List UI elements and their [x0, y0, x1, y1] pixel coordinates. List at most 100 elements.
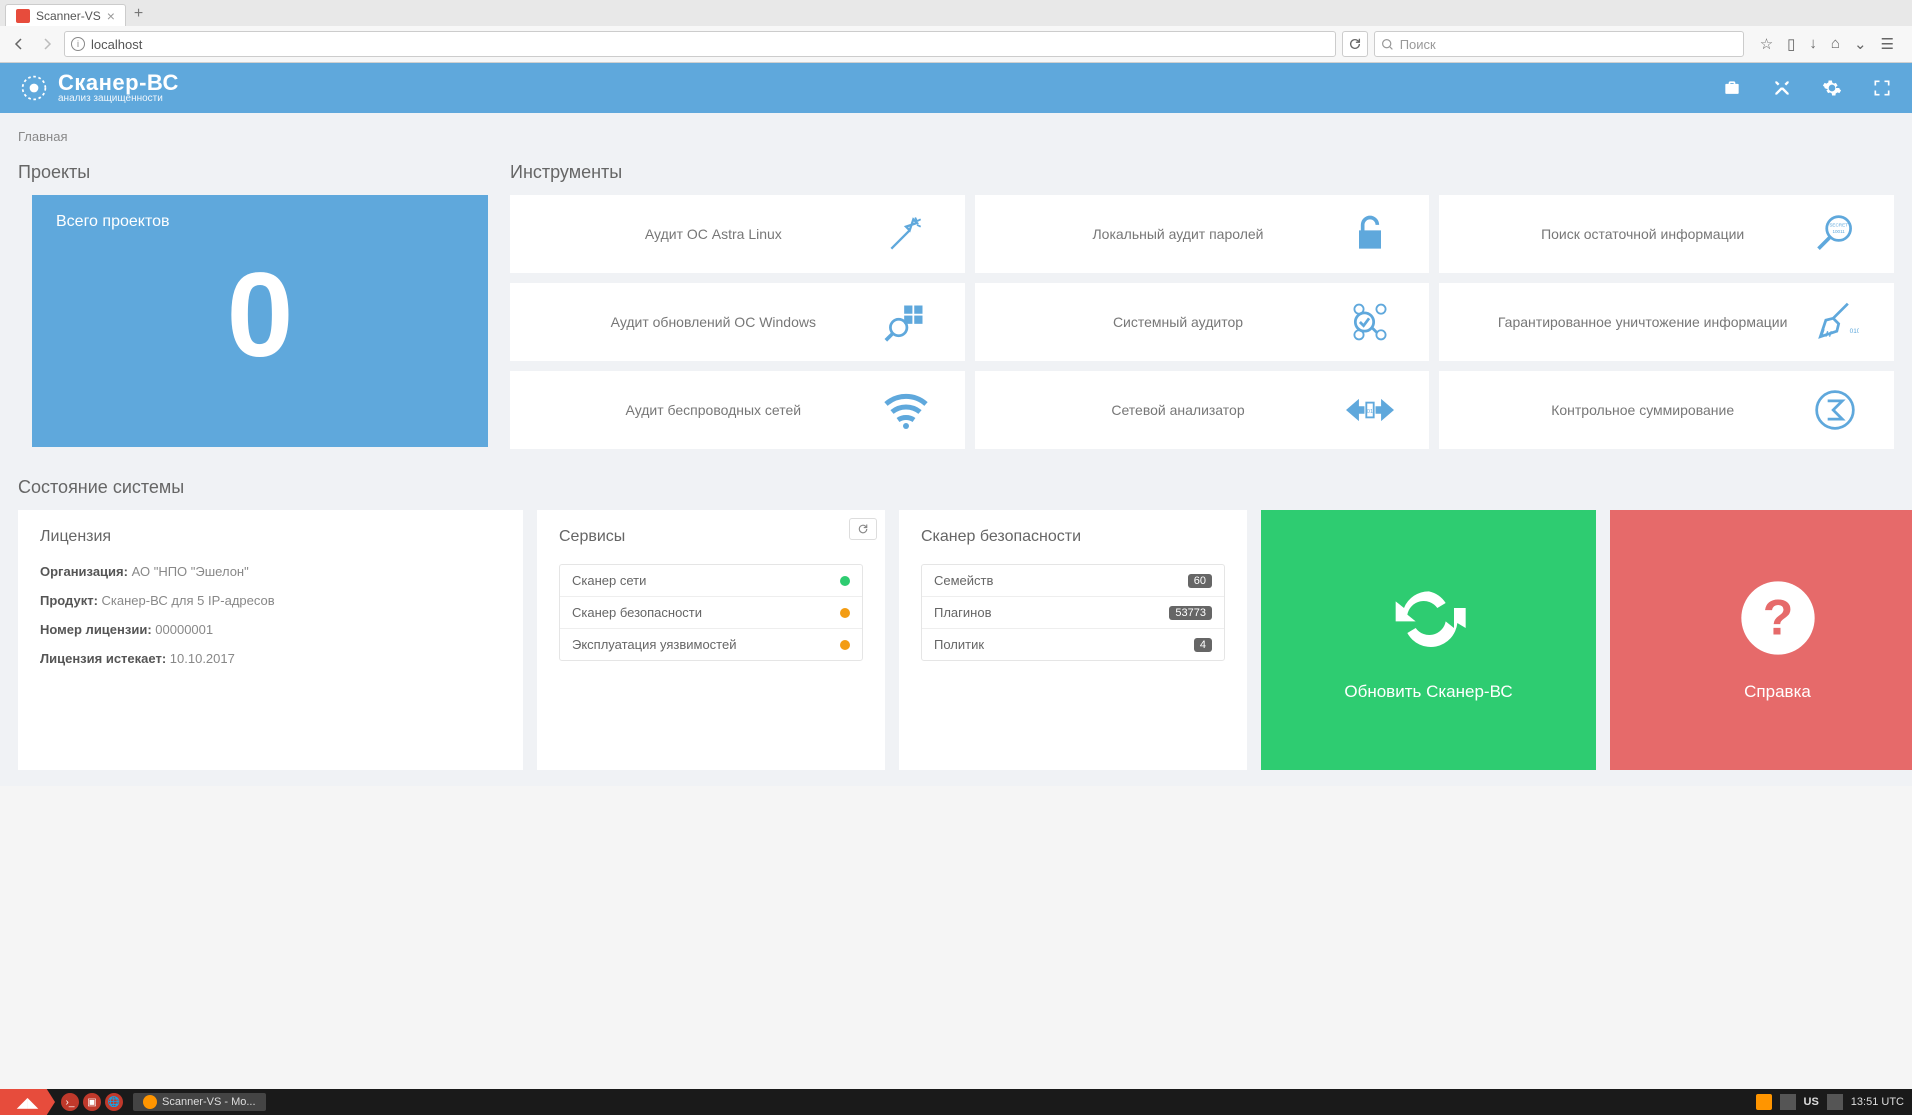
- browser-chrome: Scanner-VS × + i localhost Поиск ☆ ▯ ↓ ⌂…: [0, 0, 1912, 63]
- tray-icon[interactable]: [1780, 1094, 1796, 1110]
- library-icon[interactable]: ▯: [1787, 35, 1795, 53]
- service-item: Сканер сети: [560, 565, 862, 597]
- tools-icon[interactable]: [1772, 78, 1792, 98]
- stat-badge: 4: [1194, 638, 1212, 652]
- globe-icon[interactable]: 🌐: [105, 1093, 123, 1111]
- svg-text:010: 010: [1850, 328, 1859, 335]
- status-dot-orange: [840, 640, 850, 650]
- pocket-icon[interactable]: ⌄: [1854, 35, 1867, 53]
- home-icon[interactable]: ⌂: [1831, 35, 1840, 53]
- browser-tab[interactable]: Scanner-VS ×: [5, 4, 126, 26]
- projects-label: Всего проектов: [56, 213, 464, 231]
- refresh-services-button[interactable]: [849, 518, 877, 540]
- logo-icon: [20, 74, 48, 102]
- downloads-icon[interactable]: ↓: [1809, 35, 1817, 53]
- nav-bar: i localhost Поиск ☆ ▯ ↓ ⌂ ⌄ ☰: [0, 26, 1912, 62]
- svg-text:10011: 10011: [1832, 229, 1845, 234]
- broom-icon: 010: [1811, 298, 1859, 346]
- tray-icon[interactable]: [1756, 1094, 1772, 1110]
- tool-audit-astra[interactable]: Аудит ОС Astra Linux: [510, 195, 965, 273]
- scanner-card: Сканер безопасности Семейств 60 Плагинов…: [899, 510, 1247, 770]
- content: Главная Проекты Всего проектов 0 Инструм…: [0, 113, 1912, 786]
- tool-checksum[interactable]: Контрольное суммирование: [1439, 371, 1894, 449]
- fullscreen-icon[interactable]: [1872, 78, 1892, 98]
- license-card: Лицензия Организация: АО "НПО "Эшелон" П…: [18, 510, 523, 770]
- help-button[interactable]: ? Справка: [1610, 510, 1912, 770]
- new-tab-button[interactable]: +: [126, 2, 151, 26]
- briefcase-icon[interactable]: [1722, 78, 1742, 98]
- update-button[interactable]: Обновить Сканер-ВС: [1261, 510, 1596, 770]
- arrows-icon: 01: [1346, 386, 1394, 434]
- service-item: Эксплуатация уязвимостей: [560, 629, 862, 660]
- url-bar[interactable]: i localhost: [64, 31, 1336, 57]
- system-tray: US 13:51 UTC: [1756, 1094, 1912, 1110]
- app-title: Сканер-ВС: [58, 72, 179, 94]
- favicon: [16, 9, 30, 23]
- state-section-title: Состояние системы: [18, 477, 1894, 498]
- services-title: Сервисы: [559, 528, 863, 546]
- projects-count: 0: [56, 231, 464, 399]
- refresh-icon: [1389, 578, 1469, 658]
- scanner-title: Сканер безопасности: [921, 528, 1225, 546]
- app-header: Сканер-ВС анализ защищенности: [0, 63, 1912, 113]
- tool-windows-update-audit[interactable]: Аудит обновлений ОС Windows: [510, 283, 965, 361]
- magnifier-windows-icon: [882, 298, 930, 346]
- tools-section-title: Инструменты: [510, 162, 1894, 183]
- projects-section-title: Проекты: [18, 162, 500, 183]
- svg-text:?: ?: [1762, 590, 1793, 646]
- services-card: Сервисы Сканер сети Сканер безопасности …: [537, 510, 885, 770]
- lock-icon: [1346, 210, 1394, 258]
- scanner-stat-item: Плагинов 53773: [922, 597, 1224, 629]
- tool-local-password-audit[interactable]: Локальный аудит паролей: [975, 195, 1430, 273]
- status-dot-green: [840, 576, 850, 586]
- keyboard-lang[interactable]: US: [1804, 1096, 1819, 1108]
- tool-residual-info-search[interactable]: Поиск остаточной информации SECRET10011: [1439, 195, 1894, 273]
- app-subtitle: анализ защищенности: [58, 94, 179, 104]
- reload-button[interactable]: [1342, 31, 1368, 57]
- scanner-stat-item: Семейств 60: [922, 565, 1224, 597]
- scanner-stat-item: Политик 4: [922, 629, 1224, 660]
- tab-title: Scanner-VS: [36, 9, 101, 23]
- search-icon: [1381, 38, 1394, 51]
- tool-grid: Аудит ОС Astra Linux Локальный аудит пар…: [510, 195, 1894, 449]
- stat-badge: 53773: [1169, 606, 1212, 620]
- terminal-icon[interactable]: ›_: [61, 1093, 79, 1111]
- start-button[interactable]: ◢◣: [0, 1089, 55, 1115]
- breadcrumb[interactable]: Главная: [18, 129, 1894, 144]
- bookmark-icon[interactable]: ☆: [1760, 35, 1773, 53]
- svg-text:SECRET: SECRET: [1829, 223, 1848, 228]
- service-item: Сканер безопасности: [560, 597, 862, 629]
- svg-text:01: 01: [1367, 409, 1373, 415]
- back-button[interactable]: [8, 33, 30, 55]
- forward-button[interactable]: [36, 33, 58, 55]
- browser-toolbar-icons: ☆ ▯ ↓ ⌂ ⌄ ☰: [1750, 35, 1904, 53]
- tab-close-icon[interactable]: ×: [107, 8, 115, 24]
- header-actions: [1722, 78, 1892, 98]
- magnifier-secret-icon: SECRET10011: [1811, 210, 1859, 258]
- gear-icon[interactable]: [1822, 78, 1842, 98]
- tool-wireless-audit[interactable]: Аудит беспроводных сетей: [510, 371, 965, 449]
- logo[interactable]: Сканер-ВС анализ защищенности: [20, 72, 179, 104]
- url-text: localhost: [91, 37, 142, 52]
- tool-network-analyzer[interactable]: Сетевой анализатор 01: [975, 371, 1430, 449]
- clock[interactable]: 13:51 UTC: [1851, 1096, 1904, 1108]
- menu-icon[interactable]: ☰: [1881, 35, 1894, 53]
- tool-secure-delete[interactable]: Гарантированное уничтожение информации 0…: [1439, 283, 1894, 361]
- tool-system-auditor[interactable]: Системный аудитор: [975, 283, 1430, 361]
- files-icon[interactable]: ▣: [83, 1093, 101, 1111]
- wand-icon: [882, 210, 930, 258]
- search-bar[interactable]: Поиск: [1374, 31, 1744, 57]
- sigma-icon: [1811, 386, 1859, 434]
- wifi-icon: [882, 386, 930, 434]
- help-icon: ?: [1738, 578, 1818, 658]
- taskbar-task[interactable]: Scanner-VS - Mo...: [133, 1093, 266, 1111]
- info-icon[interactable]: i: [71, 37, 85, 51]
- taskbar: ◢◣ ›_ ▣ 🌐 Scanner-VS - Mo... US 13:51 UT…: [0, 1089, 1912, 1115]
- firefox-icon: [143, 1095, 157, 1109]
- license-title: Лицензия: [40, 528, 501, 546]
- stat-badge: 60: [1188, 574, 1212, 588]
- help-label: Справка: [1744, 682, 1811, 702]
- quick-launch: ›_ ▣ 🌐: [55, 1093, 129, 1111]
- tray-icon[interactable]: [1827, 1094, 1843, 1110]
- projects-card[interactable]: Всего проектов 0: [32, 195, 488, 447]
